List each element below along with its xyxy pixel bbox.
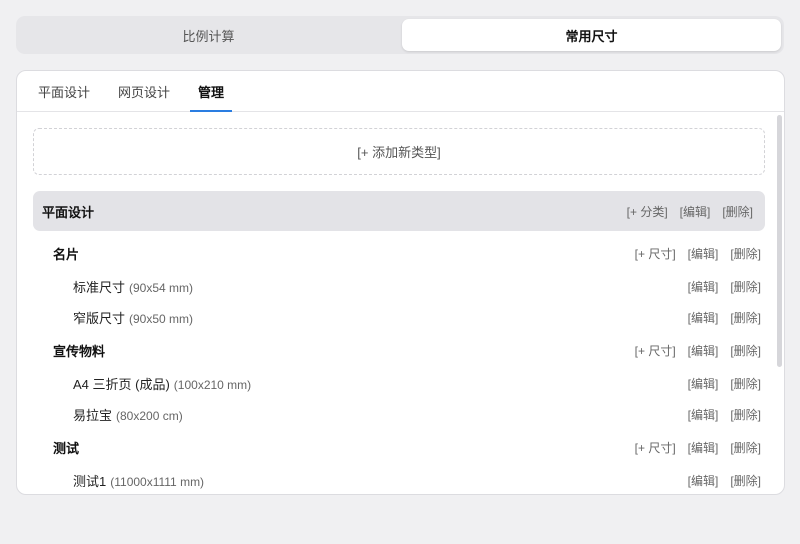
scrollbar-thumb[interactable] <box>777 115 782 367</box>
size-actions: [编辑] [删除] <box>688 309 761 326</box>
tab-manage[interactable]: 管理 <box>190 71 233 112</box>
size-actions: [编辑] [删除] <box>688 472 761 489</box>
group-header: 平面设计 [+ 分类] [编辑] [删除] <box>33 191 765 231</box>
size-row: A4 三折页 (成品) (100x210 mm) [编辑] [删除] <box>33 368 765 398</box>
view-switcher: 比例计算 常用尺寸 <box>16 16 784 54</box>
size-dimensions: (11000x1111 mm) <box>110 474 205 489</box>
category-title: 宣传物料 <box>53 343 106 359</box>
size-row: 易拉宝 (80x200 cm) [编辑] [删除] <box>33 399 765 429</box>
edit-size-button[interactable]: [编辑] <box>688 472 719 489</box>
size-label: 易拉宝 (80x200 cm) <box>33 405 688 424</box>
size-actions: [编辑] [删除] <box>688 375 761 392</box>
add-type-button[interactable]: [+ 添加新类型] <box>33 128 765 175</box>
size-actions: [编辑] [删除] <box>688 278 761 295</box>
size-row: 测试1 (11000x1111 mm) [编辑] [删除] <box>33 465 765 494</box>
edit-size-button[interactable]: [编辑] <box>688 278 719 295</box>
sizes-panel: 平面设计 网页设计 管理 [+ 添加新类型] 平面设计 [+ 分类] [编辑] … <box>16 70 785 495</box>
category-title: 名片 <box>53 246 80 262</box>
tab-web-design[interactable]: 网页设计 <box>110 71 178 111</box>
size-label: 标准尺寸 (90x54 mm) <box>33 277 688 296</box>
edit-category-button[interactable]: [编辑] <box>688 439 719 456</box>
size-dimensions: (100x210 mm) <box>173 377 252 392</box>
size-dimensions: (80x200 cm) <box>116 408 183 423</box>
add-size-button[interactable]: [+ 尺寸] <box>635 439 676 456</box>
add-size-button[interactable]: [+ 尺寸] <box>635 342 676 359</box>
manage-content: [+ 添加新类型] 平面设计 [+ 分类] [编辑] [删除] 名片 [+ 尺寸… <box>17 113 784 494</box>
delete-size-button[interactable]: [删除] <box>730 278 761 295</box>
tab-bar: 平面设计 网页设计 管理 <box>17 71 784 112</box>
edit-category-button[interactable]: [编辑] <box>688 342 719 359</box>
edit-group-button[interactable]: [编辑] <box>680 203 711 220</box>
size-row: 窄版尺寸 (90x50 mm) [编辑] [删除] <box>33 302 765 332</box>
add-category-button[interactable]: [+ 分类] <box>627 203 668 220</box>
category-row: 测试 [+ 尺寸] [编辑] [删除] <box>33 432 765 462</box>
size-name: 窄版尺寸 <box>73 310 126 326</box>
delete-category-button[interactable]: [删除] <box>730 342 761 359</box>
size-label: 窄版尺寸 (90x50 mm) <box>33 308 688 327</box>
size-name: 标准尺寸 <box>73 279 126 295</box>
size-dimensions: (90x50 mm) <box>129 311 194 326</box>
category-row: 名片 [+ 尺寸] [编辑] [删除] <box>33 238 765 268</box>
group-title: 平面设计 <box>42 204 95 220</box>
size-name: 易拉宝 <box>73 407 113 423</box>
category-title: 测试 <box>53 440 80 456</box>
size-label: 测试1 (11000x1111 mm) <box>33 471 688 490</box>
category-actions: [+ 尺寸] [编辑] [删除] <box>635 245 761 262</box>
size-name: 测试1 <box>73 473 107 489</box>
delete-category-button[interactable]: [删除] <box>730 245 761 262</box>
tab-graphic-design[interactable]: 平面设计 <box>30 71 98 111</box>
segment-ratio-calc[interactable]: 比例计算 <box>19 19 398 51</box>
category-actions: [+ 尺寸] [编辑] [删除] <box>635 342 761 359</box>
delete-category-button[interactable]: [删除] <box>730 439 761 456</box>
category-row: 宣传物料 [+ 尺寸] [编辑] [删除] <box>33 335 765 365</box>
edit-size-button[interactable]: [编辑] <box>688 406 719 423</box>
size-name: A4 三折页 (成品) <box>73 376 170 392</box>
category-actions: [+ 尺寸] [编辑] [删除] <box>635 439 761 456</box>
size-dimensions: (90x54 mm) <box>129 280 194 295</box>
edit-category-button[interactable]: [编辑] <box>688 245 719 262</box>
delete-size-button[interactable]: [删除] <box>730 472 761 489</box>
size-actions: [编辑] [删除] <box>688 406 761 423</box>
delete-size-button[interactable]: [删除] <box>730 375 761 392</box>
group-actions: [+ 分类] [编辑] [删除] <box>627 203 753 220</box>
size-row: 标准尺寸 (90x54 mm) [编辑] [删除] <box>33 271 765 301</box>
edit-size-button[interactable]: [编辑] <box>688 309 719 326</box>
delete-group-button[interactable]: [删除] <box>722 203 753 220</box>
size-label: A4 三折页 (成品) (100x210 mm) <box>33 374 688 393</box>
delete-size-button[interactable]: [删除] <box>730 309 761 326</box>
segment-common-sizes[interactable]: 常用尺寸 <box>402 19 781 51</box>
add-size-button[interactable]: [+ 尺寸] <box>635 245 676 262</box>
delete-size-button[interactable]: [删除] <box>730 406 761 423</box>
edit-size-button[interactable]: [编辑] <box>688 375 719 392</box>
